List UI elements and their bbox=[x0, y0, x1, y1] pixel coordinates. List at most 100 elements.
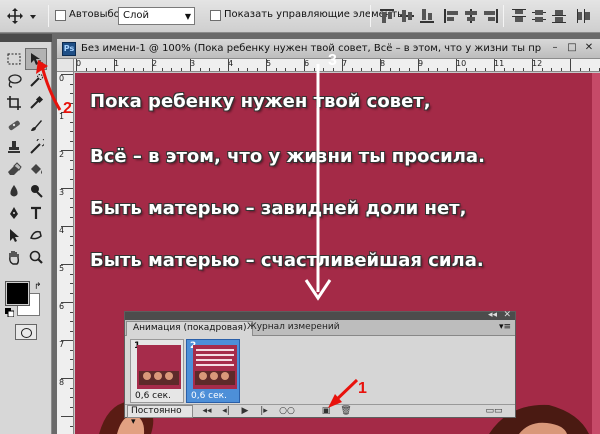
move-tool[interactable] bbox=[25, 48, 47, 70]
zoom-tool-icon bbox=[29, 250, 43, 264]
ruler-tick bbox=[427, 68, 429, 71]
distribute-top-icon[interactable] bbox=[510, 6, 528, 26]
dodge-tool-icon bbox=[31, 185, 43, 198]
poem-line-3: Быть матерью – завидней доли нет, bbox=[90, 198, 467, 219]
align-left-icon[interactable] bbox=[442, 6, 460, 26]
lasso-tool[interactable] bbox=[3, 70, 25, 92]
ruler-tick bbox=[70, 140, 73, 142]
clone-stamp-tool[interactable] bbox=[3, 136, 25, 158]
ruler-tick bbox=[437, 68, 438, 71]
ruler-tick bbox=[70, 245, 73, 246]
toolbox-grip[interactable] bbox=[0, 34, 52, 42]
ruler-tick bbox=[70, 349, 73, 351]
zoom-tool[interactable] bbox=[25, 246, 47, 268]
ruler-tick bbox=[408, 68, 410, 71]
loop-options-select[interactable]: Постоянно ▾ bbox=[127, 405, 193, 427]
distribute-vcenter-icon[interactable] bbox=[530, 6, 548, 26]
panel-menu-icon[interactable]: ▾≡ bbox=[499, 322, 511, 332]
collapse-panel-icon[interactable]: ◂◂ bbox=[488, 310, 497, 320]
animation-frame-1[interactable]: 1 0,6 сек. bbox=[130, 339, 184, 403]
first-frame-icon[interactable]: ◂◂ bbox=[199, 405, 215, 418]
healing-brush-tool[interactable] bbox=[3, 114, 25, 136]
close-icon[interactable]: ✕ bbox=[582, 42, 596, 56]
align-top-icon[interactable] bbox=[378, 6, 396, 26]
frame-delay[interactable]: 0,6 сек. bbox=[191, 391, 227, 401]
ruler-number: 7 bbox=[59, 340, 65, 349]
ruler-tick bbox=[380, 59, 381, 71]
foreground-color-swatch[interactable] bbox=[5, 281, 30, 306]
tween-icon[interactable]: ○○ bbox=[279, 405, 295, 418]
ruler-tick bbox=[133, 68, 134, 71]
marquee-tool[interactable] bbox=[3, 48, 25, 70]
eraser-tool[interactable] bbox=[3, 158, 25, 180]
ruler-origin[interactable] bbox=[57, 59, 74, 72]
ruler-tick bbox=[61, 74, 73, 75]
show-controls-checkbox[interactable] bbox=[210, 10, 221, 21]
ruler-tick bbox=[70, 216, 73, 218]
ruler-number: 3 bbox=[59, 188, 65, 197]
distribute-bottom-icon[interactable] bbox=[550, 6, 568, 26]
panel-grip[interactable]: ◂◂ ✕ bbox=[125, 310, 515, 320]
eyedropper-tool[interactable] bbox=[25, 92, 47, 114]
delete-frame-icon[interactable]: 🗑 bbox=[338, 405, 354, 418]
default-colors-icon[interactable] bbox=[5, 308, 14, 317]
annotation-number-1: 1 bbox=[358, 380, 367, 397]
ruler-number: 6 bbox=[59, 302, 65, 311]
ruler-tick bbox=[237, 68, 239, 71]
hand-tool[interactable] bbox=[3, 246, 25, 268]
quick-mask-button[interactable] bbox=[15, 324, 37, 340]
autoselect-target-select[interactable]: Слой ▼ bbox=[118, 7, 195, 25]
convert-to-timeline-icon[interactable]: ▭▭ bbox=[483, 405, 505, 418]
animation-panel: ◂◂ ✕ Анимация (покадровая) Журнал измере… bbox=[124, 310, 516, 427]
prev-frame-icon[interactable]: ◂| bbox=[218, 405, 234, 418]
ruler-tick bbox=[70, 425, 73, 427]
shape-tool[interactable] bbox=[25, 224, 47, 246]
tab-animation[interactable]: Анимация (покадровая) bbox=[126, 321, 254, 336]
ruler-tick bbox=[70, 330, 73, 332]
next-frame-icon[interactable]: |▸ bbox=[256, 405, 272, 418]
quick-select-tool[interactable] bbox=[25, 70, 47, 92]
tab-measurement-log[interactable]: Журнал измерений bbox=[241, 321, 346, 336]
annotation-number-3: 3 bbox=[328, 52, 337, 69]
frame-delay[interactable]: 0,6 сек. bbox=[135, 391, 171, 401]
minimize-icon[interactable]: – bbox=[548, 42, 562, 56]
distribute-left-icon[interactable] bbox=[574, 6, 592, 26]
brush-tool[interactable] bbox=[25, 114, 47, 136]
ruler-tick bbox=[323, 68, 324, 71]
blur-tool[interactable] bbox=[3, 180, 25, 202]
vertical-ruler[interactable]: 012345678 bbox=[57, 72, 74, 434]
play-icon[interactable]: ▶ bbox=[237, 405, 253, 418]
hand-tool-icon bbox=[9, 251, 20, 265]
swap-colors-icon[interactable]: ↱ bbox=[34, 282, 42, 292]
crop-tool[interactable] bbox=[3, 92, 25, 114]
maximize-icon[interactable]: □ bbox=[565, 42, 579, 56]
close-panel-icon[interactable]: ✕ bbox=[503, 310, 511, 320]
path-select-tool[interactable] bbox=[3, 224, 25, 246]
eyedropper-tool-icon bbox=[30, 95, 44, 109]
autoselect-checkbox[interactable] bbox=[55, 10, 66, 21]
toolbox: ↱ bbox=[0, 34, 52, 434]
dodge-tool[interactable] bbox=[25, 180, 47, 202]
ruler-tick bbox=[70, 83, 73, 85]
horizontal-ruler[interactable]: 0 1 2 3 4 5 6 7 8 9 10 11 12 bbox=[74, 59, 600, 72]
ruler-tick bbox=[70, 368, 73, 370]
poem-line-4: Быть матерью – счастливейшая сила. bbox=[90, 250, 484, 271]
tool-preset-picker[interactable] bbox=[6, 7, 44, 26]
type-tool[interactable] bbox=[25, 202, 47, 224]
duplicate-frame-icon[interactable]: ▣ bbox=[318, 405, 334, 418]
animation-frame-2[interactable]: 2 0,6 сек. bbox=[186, 339, 240, 403]
pen-tool[interactable] bbox=[3, 202, 25, 224]
frame-thumbnail bbox=[193, 345, 237, 389]
ruler-tick bbox=[541, 68, 543, 71]
frame-thumbnail bbox=[137, 345, 181, 389]
ruler-tick bbox=[522, 68, 524, 71]
align-hcenter-icon[interactable] bbox=[462, 6, 480, 26]
align-vcenter-icon[interactable] bbox=[398, 6, 416, 26]
ruler-tick bbox=[70, 178, 73, 180]
history-brush-tool[interactable] bbox=[25, 136, 47, 158]
align-bottom-icon[interactable] bbox=[418, 6, 436, 26]
ruler-tick bbox=[532, 59, 533, 71]
paint-bucket-tool[interactable] bbox=[25, 158, 47, 180]
align-right-icon[interactable] bbox=[482, 6, 500, 26]
ruler-tick bbox=[199, 68, 201, 71]
